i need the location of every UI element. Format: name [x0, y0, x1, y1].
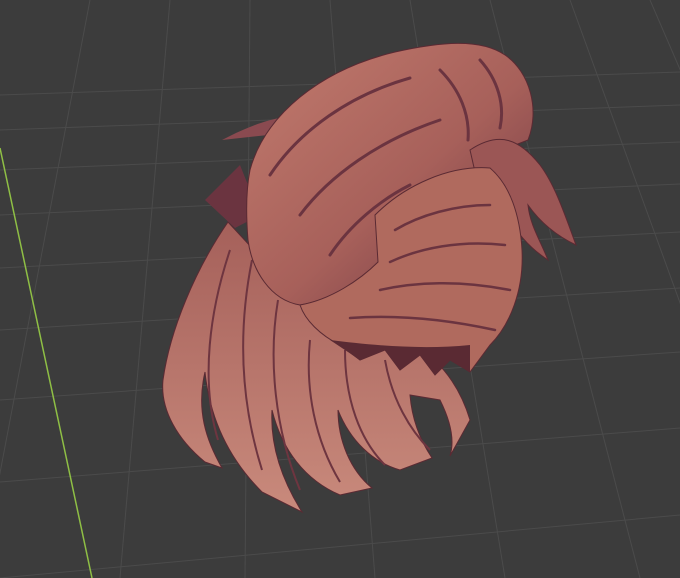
- viewport-canvas[interactable]: [0, 0, 680, 578]
- 3d-viewport[interactable]: [0, 0, 680, 578]
- hair-model[interactable]: [162, 42, 577, 514]
